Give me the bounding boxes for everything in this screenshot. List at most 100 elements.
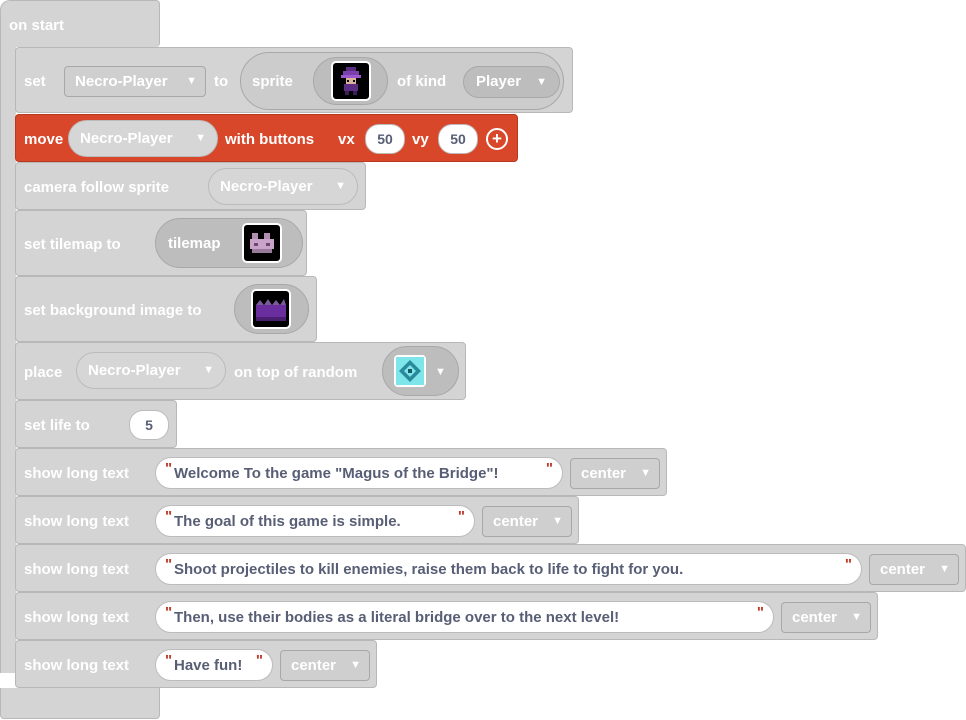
move-sprite-dropdown[interactable]: Necro-Player ▼: [68, 120, 218, 157]
tilemap-preview-icon: [242, 223, 282, 263]
on-top-of-random-label: on top of random: [234, 364, 358, 381]
quote-mark-icon: ": [844, 556, 852, 573]
show-long-text-label: show long text: [24, 609, 129, 626]
place-sprite-dropdown[interactable]: Necro-Player ▼: [76, 352, 226, 389]
long-text-string-input[interactable]: " Shoot projectiles to kill enemies, rai…: [155, 553, 862, 585]
set-background-block[interactable]: set background image to: [15, 276, 317, 342]
chevron-down-icon: ▼: [335, 180, 346, 192]
place-sprite-value: Necro-Player: [88, 362, 181, 379]
vx-label: vx: [338, 131, 355, 148]
align-value: center: [880, 561, 926, 578]
move-sprite-value: Necro-Player: [80, 130, 173, 147]
life-value-input[interactable]: 5: [129, 410, 169, 440]
long-text-string-input[interactable]: " Have fun! ": [155, 649, 273, 681]
set-life-block[interactable]: set life to 5: [15, 400, 177, 448]
chevron-down-icon: ▼: [350, 659, 361, 671]
show-long-text-label: show long text: [24, 465, 129, 482]
quote-mark-icon: ": [165, 508, 173, 525]
long-text-string-input[interactable]: " Welcome To the game "Magus of the Brid…: [155, 457, 563, 489]
on-start-block[interactable]: on start: [0, 0, 160, 47]
chevron-down-icon: ▼: [552, 515, 563, 527]
kind-dropdown[interactable]: Player ▼: [463, 66, 560, 98]
show-long-text-block[interactable]: show long text " The goal of this game i…: [15, 496, 579, 544]
long-text-value: Then, use their bodies as a literal brid…: [174, 609, 620, 626]
move-label: move: [24, 131, 64, 148]
to-label: to: [214, 73, 229, 90]
show-long-text-block[interactable]: show long text " Shoot projectiles to ki…: [15, 544, 966, 592]
quote-mark-icon: ": [756, 604, 764, 621]
set-tilemap-label: set tilemap to: [24, 236, 121, 253]
quote-mark-icon: ": [165, 460, 173, 477]
quote-mark-icon: ": [255, 652, 263, 669]
long-text-value: Have fun!: [174, 657, 243, 674]
align-dropdown[interactable]: center ▼: [570, 458, 660, 489]
chevron-down-icon: ▼: [640, 467, 651, 479]
show-long-text-block[interactable]: show long text " Have fun! " center ▼: [15, 640, 377, 688]
tile-image-icon: [394, 355, 426, 387]
set-label: set: [24, 73, 46, 90]
align-value: center: [493, 513, 539, 530]
chevron-down-icon: ▼: [203, 364, 214, 376]
variable-dropdown[interactable]: Necro-Player ▼: [64, 66, 206, 97]
long-text-value: Welcome To the game "Magus of the Bridge…: [174, 465, 499, 482]
show-long-text-label: show long text: [24, 657, 129, 674]
set-background-label: set background image to: [24, 302, 202, 319]
necro-player-sprite-icon: [331, 61, 371, 101]
plus-circle-icon[interactable]: +: [486, 128, 508, 150]
set-tilemap-block[interactable]: set tilemap to tilemap: [15, 210, 307, 276]
vx-input[interactable]: 50: [365, 124, 405, 154]
on-start-container-spine: [0, 46, 16, 673]
quote-mark-icon: ": [545, 460, 553, 477]
place-label: place: [24, 364, 63, 381]
show-long-text-label: show long text: [24, 513, 129, 530]
align-dropdown[interactable]: center ▼: [781, 602, 871, 633]
align-value: center: [792, 609, 838, 626]
on-start-container-foot: [0, 688, 160, 719]
align-dropdown[interactable]: center ▼: [482, 506, 572, 537]
background-image-icon: [251, 289, 291, 329]
sprite-of-kind-reporter[interactable]: sprite of kind Player ▼: [240, 52, 564, 110]
tile-picker-dropdown[interactable]: ▼: [382, 346, 459, 396]
long-text-string-input[interactable]: " Then, use their bodies as a literal br…: [155, 601, 774, 633]
show-long-text-label: show long text: [24, 561, 129, 578]
chevron-down-icon: ▼: [939, 563, 950, 575]
align-value: center: [291, 657, 337, 674]
camera-sprite-value: Necro-Player: [220, 178, 313, 195]
camera-follow-block[interactable]: camera follow sprite Necro-Player ▼: [15, 162, 366, 210]
background-image-picker[interactable]: [234, 284, 309, 334]
show-long-text-block[interactable]: show long text " Then, use their bodies …: [15, 592, 878, 640]
kind-value: Player: [476, 73, 522, 90]
tilemap-reporter[interactable]: tilemap: [155, 218, 303, 268]
vy-input[interactable]: 50: [438, 124, 478, 154]
vy-label: vy: [412, 131, 429, 148]
camera-sprite-dropdown[interactable]: Necro-Player ▼: [208, 168, 358, 205]
set-sprite-block[interactable]: set Necro-Player ▼ to sprite of kind Pla…: [15, 47, 573, 113]
quote-mark-icon: ": [165, 604, 173, 621]
set-life-label: set life to: [24, 417, 90, 434]
place-on-random-block[interactable]: place Necro-Player ▼ on top of random ▼: [15, 342, 466, 400]
move-with-buttons-block[interactable]: move Necro-Player ▼ with buttons vx 50 v…: [15, 114, 518, 162]
quote-mark-icon: ": [457, 508, 465, 525]
chevron-down-icon: ▼: [435, 366, 446, 378]
align-value: center: [581, 465, 627, 482]
show-long-text-block[interactable]: show long text " Welcome To the game "Ma…: [15, 448, 667, 496]
long-text-string-input[interactable]: " The goal of this game is simple. ": [155, 505, 475, 537]
quote-mark-icon: ": [165, 556, 173, 573]
chevron-down-icon: ▼: [851, 611, 862, 623]
variable-value: Necro-Player: [75, 73, 168, 90]
camera-follow-label: camera follow sprite: [24, 179, 170, 196]
sprite-image-picker[interactable]: [313, 57, 388, 105]
chevron-down-icon: ▼: [186, 75, 197, 87]
chevron-down-icon: ▼: [536, 76, 547, 88]
long-text-value: The goal of this game is simple.: [174, 513, 401, 530]
blocks-workspace: on start set Necro-Player ▼ to sprite of…: [0, 0, 966, 720]
tilemap-label: tilemap: [168, 235, 221, 252]
with-buttons-label: with buttons: [225, 131, 315, 148]
align-dropdown[interactable]: center ▼: [280, 650, 370, 681]
align-dropdown[interactable]: center ▼: [869, 554, 959, 585]
long-text-value: Shoot projectiles to kill enemies, raise…: [174, 561, 684, 578]
chevron-down-icon: ▼: [195, 132, 206, 144]
sprite-label: sprite: [252, 73, 293, 90]
quote-mark-icon: ": [165, 652, 173, 669]
on-start-label: on start: [9, 17, 65, 34]
